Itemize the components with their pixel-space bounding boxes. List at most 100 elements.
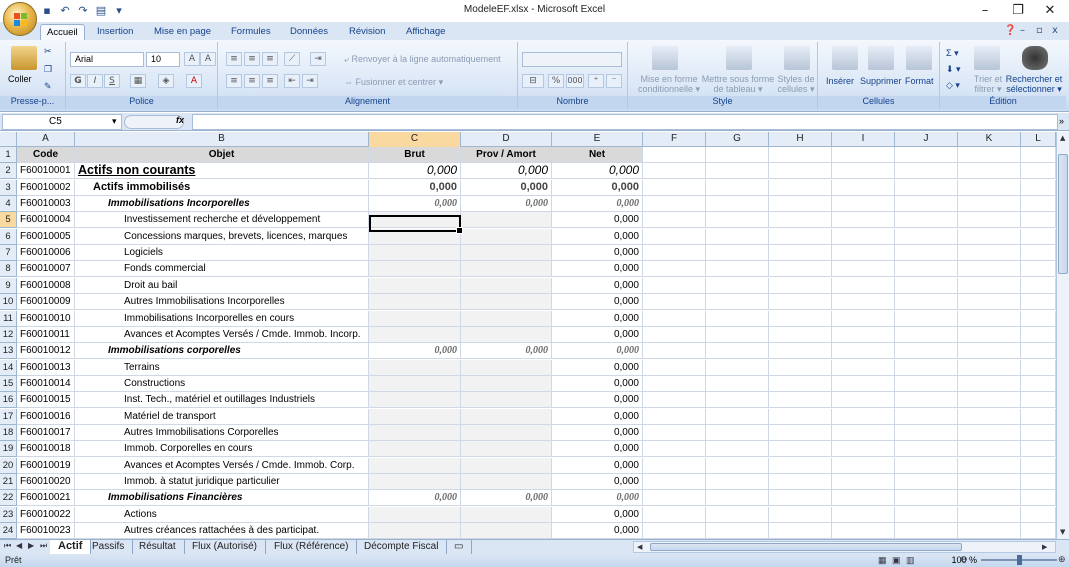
cell-net[interactable]: 0,000: [552, 180, 643, 196]
cell-brut[interactable]: [369, 409, 461, 425]
conditional-format-button[interactable]: Mise en forme conditionnelle ▾: [634, 74, 704, 94]
conditional-format-icon[interactable]: [652, 46, 678, 70]
cell-objet[interactable]: Terrains: [75, 360, 369, 376]
cell-prov[interactable]: [461, 409, 552, 425]
cell-brut[interactable]: [369, 376, 461, 392]
cell-empty[interactable]: [643, 212, 706, 228]
thousands-button[interactable]: 000: [566, 74, 584, 88]
zoom-in-icon[interactable]: ⊕: [1058, 554, 1066, 565]
cell-empty[interactable]: [643, 147, 706, 163]
row-header[interactable]: 18: [0, 425, 17, 441]
cell-empty[interactable]: [895, 327, 958, 343]
cell-net[interactable]: 0,000: [552, 343, 643, 359]
cell-empty[interactable]: [769, 261, 832, 277]
cell-empty[interactable]: [706, 458, 769, 474]
cell-empty[interactable]: [832, 245, 895, 261]
scroll-left-icon[interactable]: ◀: [637, 543, 642, 551]
column-header-f[interactable]: F: [643, 132, 706, 147]
cell-empty[interactable]: [769, 147, 832, 163]
ribbon-close-icon[interactable]: x: [1052, 25, 1058, 36]
cell-empty[interactable]: [895, 229, 958, 245]
cell-objet[interactable]: Investissement recherche et développemen…: [75, 212, 369, 228]
scroll-down-icon[interactable]: ▼: [1060, 528, 1065, 536]
cell-empty[interactable]: [1021, 490, 1056, 506]
cell-empty[interactable]: [769, 441, 832, 457]
next-sheet-icon[interactable]: ▶: [28, 541, 34, 550]
row-header[interactable]: 8: [0, 261, 17, 277]
column-header-c[interactable]: C: [369, 132, 461, 147]
paste-icon[interactable]: [11, 46, 37, 70]
cell-empty[interactable]: [1021, 278, 1056, 294]
cell-net-header[interactable]: Net: [552, 147, 643, 163]
tab-insertion[interactable]: Insertion: [91, 24, 139, 41]
row-header[interactable]: 13: [0, 343, 17, 359]
cell-brut[interactable]: [369, 327, 461, 343]
cell-empty[interactable]: [706, 245, 769, 261]
cell-empty[interactable]: [895, 311, 958, 327]
binoculars-icon[interactable]: [1022, 46, 1048, 70]
cell-brut[interactable]: [369, 392, 461, 408]
cell-net[interactable]: 0,000: [552, 409, 643, 425]
cell-brut[interactable]: [369, 425, 461, 441]
cell-empty[interactable]: [706, 490, 769, 506]
cell-empty[interactable]: [958, 409, 1021, 425]
cell-empty[interactable]: [706, 196, 769, 212]
cell-empty[interactable]: [769, 196, 832, 212]
cell-code[interactable]: F60010003: [17, 196, 75, 212]
cell-empty[interactable]: [1021, 327, 1056, 343]
row-header[interactable]: 23: [0, 507, 17, 523]
cell-empty[interactable]: [706, 327, 769, 343]
align-right-icon[interactable]: ≡: [262, 74, 278, 88]
first-sheet-icon[interactable]: ⏮: [4, 541, 11, 551]
cell-empty[interactable]: [958, 196, 1021, 212]
cell-empty[interactable]: [958, 458, 1021, 474]
cell-empty[interactable]: [958, 507, 1021, 523]
select-all-corner[interactable]: [0, 132, 17, 147]
cell-empty[interactable]: [706, 147, 769, 163]
cell-empty[interactable]: [769, 294, 832, 310]
cell-empty[interactable]: [769, 376, 832, 392]
page-layout-view-icon[interactable]: ▣: [892, 555, 901, 566]
format-button[interactable]: Format: [905, 76, 934, 86]
align-bottom-icon[interactable]: ≡: [262, 52, 278, 66]
cell-brut[interactable]: [369, 261, 461, 277]
cell-net[interactable]: 0,000: [552, 245, 643, 261]
cell-empty[interactable]: [832, 523, 895, 539]
row-header[interactable]: 19: [0, 441, 17, 457]
cell-empty[interactable]: [832, 229, 895, 245]
cell-objet[interactable]: Immobilisations Financières: [75, 490, 369, 506]
cell-brut[interactable]: [369, 245, 461, 261]
cell-net[interactable]: 0,000: [552, 294, 643, 310]
cell-objet[interactable]: Autres Immobilisations Corporelles: [75, 425, 369, 441]
cell-prov[interactable]: [461, 311, 552, 327]
cell-empty[interactable]: [769, 458, 832, 474]
cell-prov[interactable]: [461, 392, 552, 408]
copy-icon[interactable]: ❐: [44, 64, 52, 75]
cell-empty[interactable]: [1021, 343, 1056, 359]
cell-brut[interactable]: [369, 278, 461, 294]
cell-empty[interactable]: [706, 409, 769, 425]
row-header[interactable]: 5: [0, 212, 17, 228]
increase-decimal-icon[interactable]: ⁺: [588, 74, 604, 88]
row-header[interactable]: 22: [0, 490, 17, 506]
percent-button[interactable]: %: [548, 74, 564, 88]
cell-empty[interactable]: [832, 360, 895, 376]
cell-net[interactable]: 0,000: [552, 474, 643, 490]
cell-prov[interactable]: 0,000: [461, 163, 552, 179]
cell-empty[interactable]: [769, 523, 832, 539]
cell-code[interactable]: F60010012: [17, 343, 75, 359]
cell-objet[interactable]: Droit au bail: [75, 278, 369, 294]
shrink-font-icon[interactable]: A: [200, 52, 216, 66]
column-header-i[interactable]: I: [832, 132, 895, 147]
cell-empty[interactable]: [706, 343, 769, 359]
cell-empty[interactable]: [1021, 261, 1056, 277]
row-header[interactable]: 12: [0, 327, 17, 343]
row-header[interactable]: 20: [0, 458, 17, 474]
font-color-icon[interactable]: A: [186, 74, 202, 88]
cell-empty[interactable]: [832, 311, 895, 327]
cell-empty[interactable]: [958, 474, 1021, 490]
cell-empty[interactable]: [895, 245, 958, 261]
cell-empty[interactable]: [643, 425, 706, 441]
align-top-icon[interactable]: ≡: [226, 52, 242, 66]
cell-empty[interactable]: [643, 261, 706, 277]
